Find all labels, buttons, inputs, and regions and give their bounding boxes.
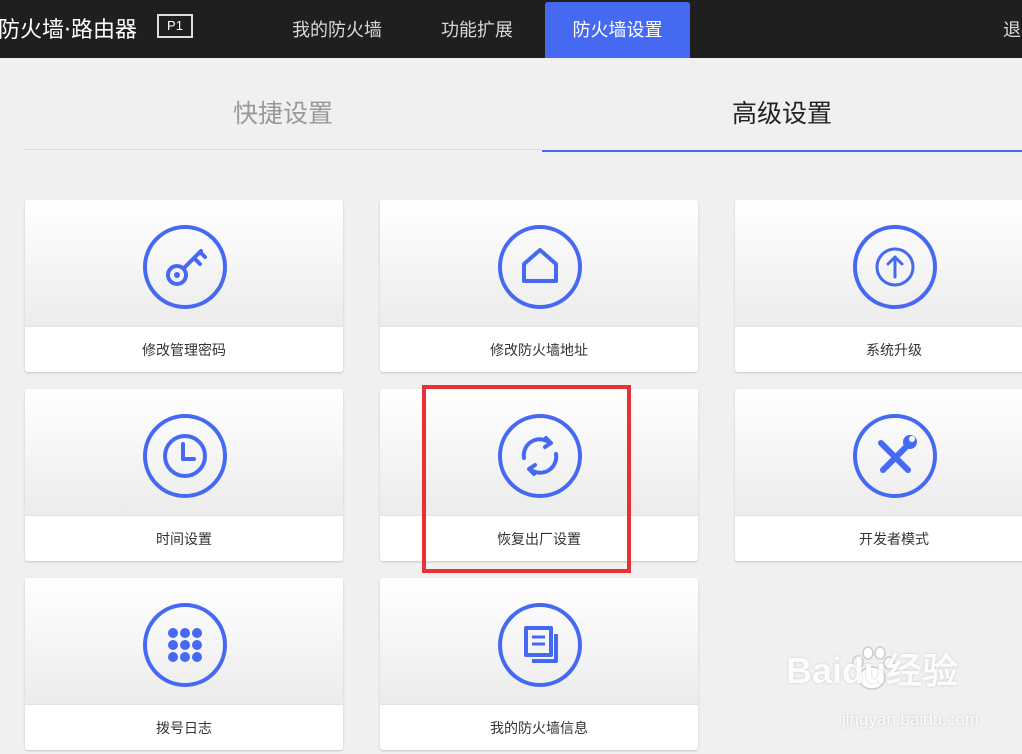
- home-icon: [498, 225, 582, 309]
- card-icon-area: [25, 389, 343, 516]
- top-navigation-bar: 防火墙·路由器 P1 我的防火墙 功能扩展 防火墙设置 退: [0, 0, 1022, 58]
- subtab-advanced-settings[interactable]: 高级设置: [542, 58, 1022, 152]
- card-icon-area: [380, 200, 698, 327]
- tools-icon: [853, 414, 937, 498]
- card-icon-area: [380, 578, 698, 705]
- baidu-jingyan-watermark: Baidu经验: [786, 650, 959, 691]
- card-time-settings[interactable]: 时间设置: [25, 389, 343, 561]
- tab-firewall-settings[interactable]: 防火墙设置: [545, 2, 690, 58]
- card-icon-area: [25, 578, 343, 705]
- refresh-icon: [498, 414, 582, 498]
- card-icon-area: [735, 200, 1022, 327]
- card-change-admin-password[interactable]: 修改管理密码: [25, 200, 343, 372]
- card-label: 拨号日志: [156, 721, 212, 737]
- tab-feature-extension[interactable]: 功能扩展: [408, 0, 546, 58]
- card-label: 修改防火墙地址: [490, 343, 588, 359]
- tab-my-firewall[interactable]: 我的防火墙: [266, 0, 408, 58]
- subtab-quick-settings[interactable]: 快捷设置: [24, 58, 542, 150]
- card-change-firewall-address[interactable]: 修改防火墙地址: [380, 200, 698, 372]
- card-factory-reset[interactable]: 恢复出厂设置: [380, 389, 698, 561]
- logout-link[interactable]: 退: [1003, 0, 1021, 58]
- card-label: 系统升级: [866, 343, 922, 359]
- card-label: 修改管理密码: [142, 343, 226, 359]
- card-dial-log[interactable]: 拨号日志: [25, 578, 343, 750]
- card-developer-mode[interactable]: 开发者模式: [735, 389, 1022, 561]
- key-icon: [143, 225, 227, 309]
- card-system-upgrade[interactable]: 系统升级: [735, 200, 1022, 372]
- card-label: 时间设置: [156, 532, 212, 548]
- watermark-url: jingyan.baidu.com: [842, 710, 980, 729]
- clock-icon: [143, 414, 227, 498]
- model-badge: P1: [157, 14, 193, 38]
- settings-subtabs: 快捷设置 高级设置: [24, 58, 1022, 152]
- documents-icon: [498, 603, 582, 687]
- keypad-icon: [143, 603, 227, 687]
- brand-title: 防火墙·路由器: [0, 18, 137, 43]
- upload-arrow-icon: [853, 225, 937, 309]
- card-label: 我的防火墙信息: [490, 721, 588, 737]
- card-my-firewall-info[interactable]: 我的防火墙信息: [380, 578, 698, 750]
- card-label: 开发者模式: [859, 532, 929, 548]
- card-icon-area: [25, 200, 343, 327]
- card-label: 恢复出厂设置: [497, 532, 581, 548]
- card-icon-area: [380, 389, 698, 516]
- card-icon-area: [735, 389, 1022, 516]
